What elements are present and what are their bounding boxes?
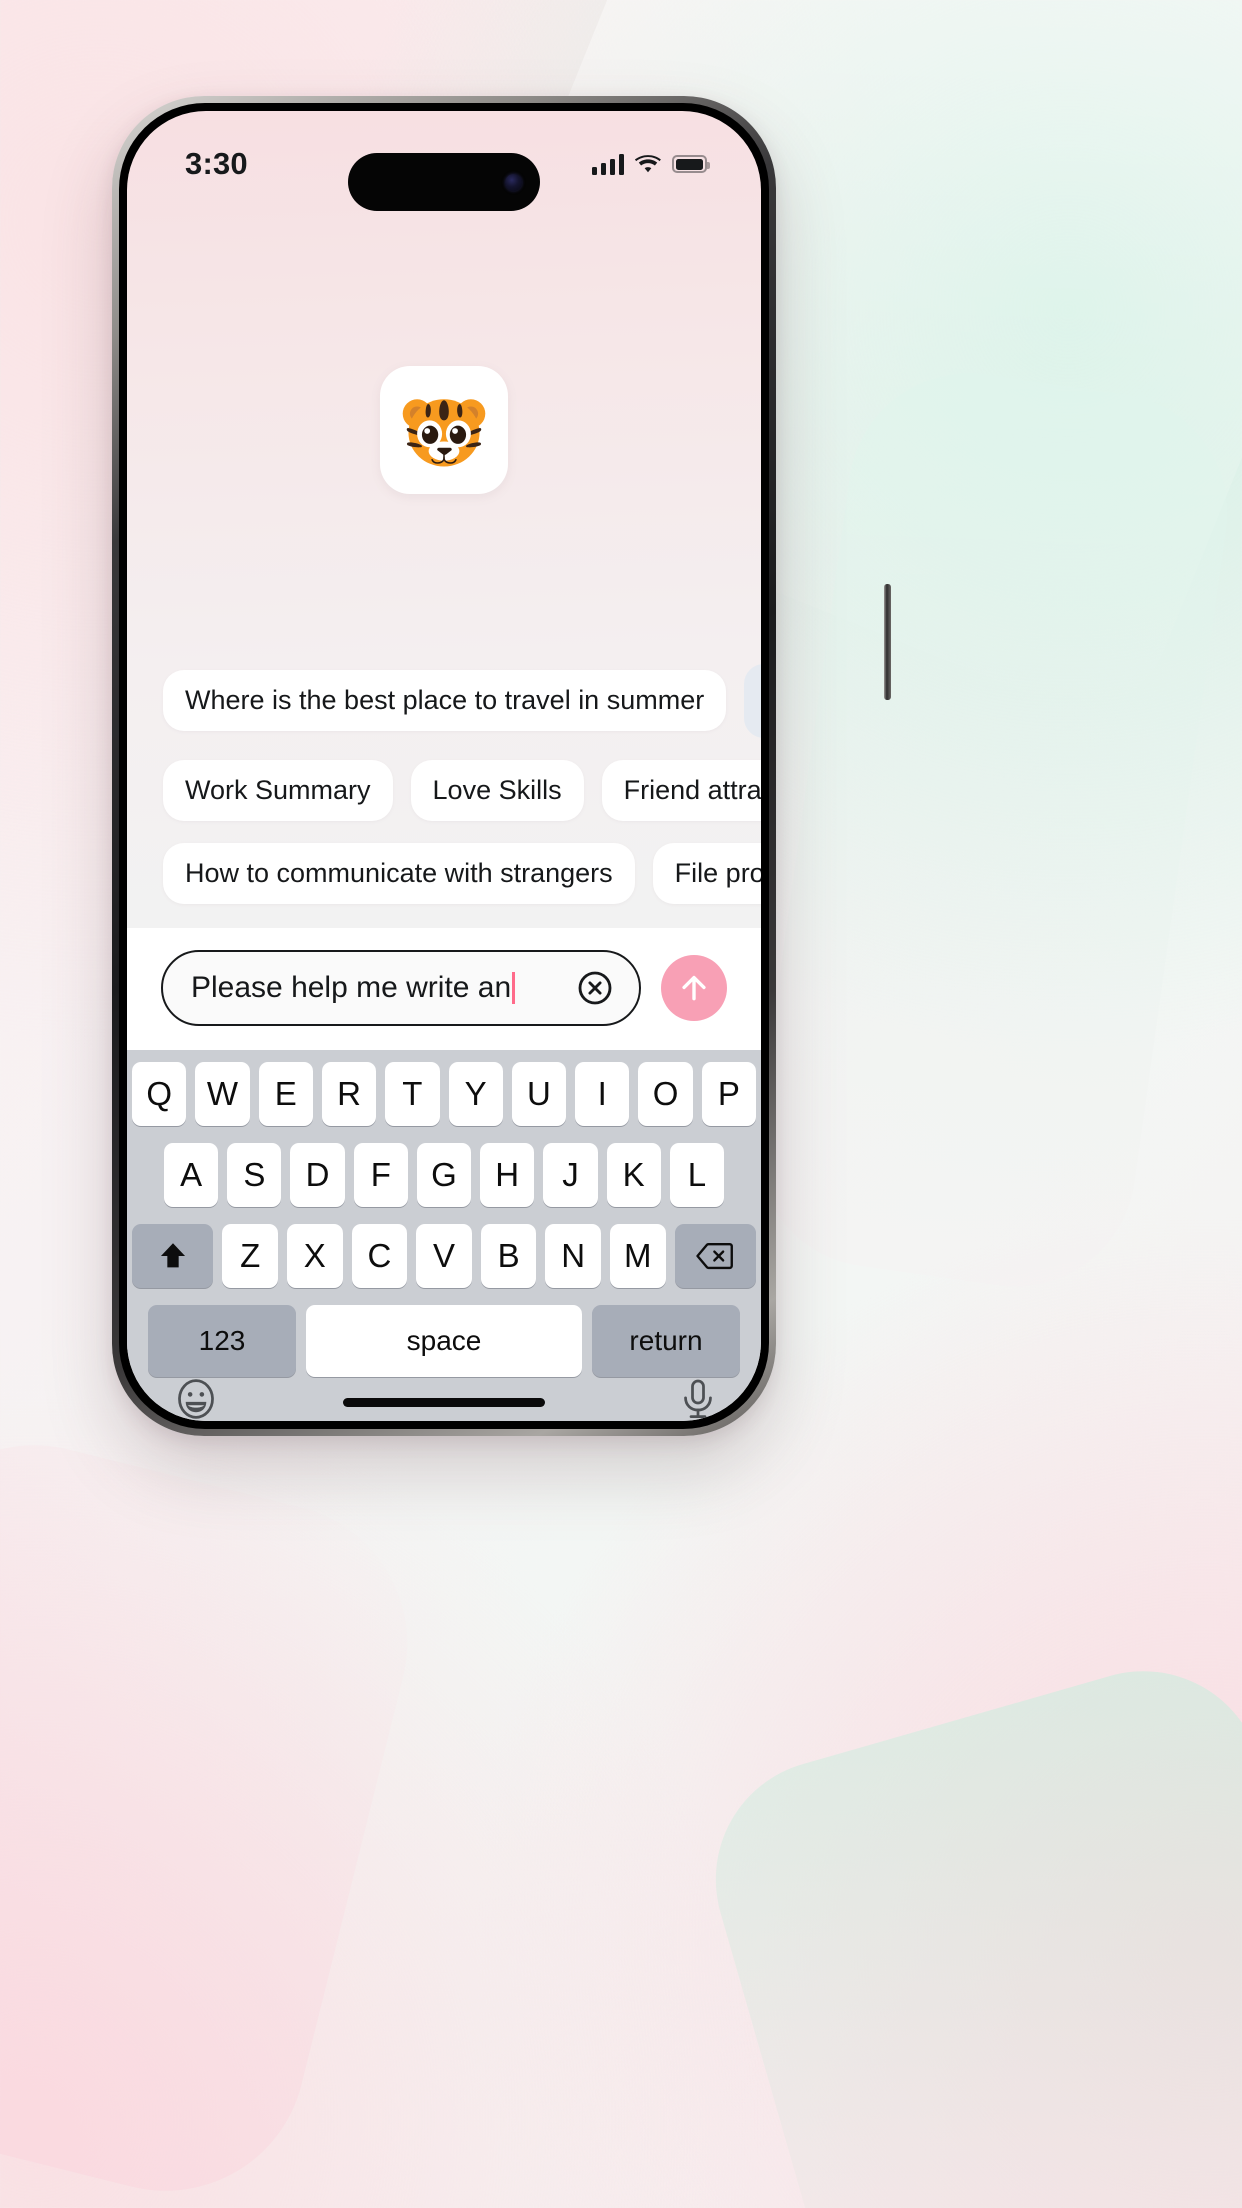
phone-mockup: 3:30 Where is the best place to travel i… [112, 96, 891, 1436]
emoji-smiley-icon[interactable] [174, 1377, 218, 1421]
dynamic-island [348, 153, 540, 211]
key-o[interactable]: O [638, 1062, 693, 1126]
key-c[interactable]: C [351, 1224, 408, 1288]
key-n[interactable]: N [545, 1224, 601, 1288]
tiger-face-app-icon [380, 365, 508, 494]
key-r[interactable]: R [321, 1062, 377, 1126]
key-i[interactable]: I [575, 1062, 630, 1126]
suggestion-chip[interactable]: Work Summary [163, 759, 393, 821]
key-p[interactable]: P [701, 1062, 756, 1126]
backspace-delete-icon [696, 1242, 734, 1270]
key-k[interactable]: K [606, 1143, 661, 1207]
key-e[interactable]: E [258, 1062, 313, 1126]
suggestion-row: Work Summary Love Skills Friend attracti… [163, 759, 761, 821]
key-z[interactable]: Z [222, 1224, 279, 1288]
suggestion-chip[interactable]: How to communicate with strangers [163, 842, 635, 904]
background-shape-3 [0, 1415, 437, 2208]
background-shape-2 [687, 1642, 1242, 2208]
power-button[interactable] [884, 584, 891, 700]
backspace-key[interactable] [674, 1224, 756, 1288]
space-key[interactable]: space [306, 1305, 582, 1377]
battery-full-icon [672, 155, 710, 174]
key-a[interactable]: A [164, 1143, 219, 1207]
key-t[interactable]: T [385, 1062, 440, 1126]
suggestion-chip[interactable]: Love Skills [410, 759, 584, 821]
phone-screen: 3:30 Where is the best place to travel i… [127, 111, 761, 1421]
phone-bezel: 3:30 Where is the best place to travel i… [119, 103, 769, 1429]
key-m[interactable]: M [609, 1224, 666, 1288]
keyboard-row-2: A S D F G H J K L [132, 1143, 756, 1207]
keyboard-row-1: Q W E R T Y U I O P [132, 1062, 756, 1126]
shift-up-arrow-icon [160, 1243, 185, 1268]
suggestion-row: How to communicate with strangers File p… [163, 842, 761, 904]
clear-history-button[interactable] [744, 663, 761, 738]
suggestion-chip[interactable]: Where is the best place to travel in sum… [163, 670, 727, 732]
status-indicators [591, 153, 710, 175]
on-screen-keyboard: Q W E R T Y U I O P A S D F G H J K L Z … [127, 1050, 761, 1421]
message-input-text: Please help me write an [191, 971, 512, 1004]
key-y[interactable]: Y [448, 1062, 503, 1126]
key-b[interactable]: B [480, 1224, 537, 1288]
key-j[interactable]: J [543, 1143, 598, 1207]
suggestion-chip[interactable]: File processing [652, 842, 761, 904]
home-indicator[interactable] [343, 1398, 545, 1407]
key-v[interactable]: V [416, 1224, 472, 1288]
key-x[interactable]: X [287, 1224, 343, 1288]
key-q[interactable]: Q [132, 1062, 187, 1126]
message-input-field[interactable]: Please help me write an [161, 950, 641, 1026]
key-w[interactable]: W [195, 1062, 250, 1126]
keyboard-row-3: Z X C V B N M [132, 1224, 756, 1288]
clear-circle-icon[interactable] [577, 970, 613, 1006]
key-h[interactable]: H [480, 1143, 535, 1207]
key-u[interactable]: U [511, 1062, 567, 1126]
key-g[interactable]: G [416, 1143, 472, 1207]
numbers-key[interactable]: 123 [148, 1305, 296, 1377]
arrow-up-icon [682, 975, 706, 1001]
key-f[interactable]: F [353, 1143, 408, 1207]
shift-key[interactable] [132, 1224, 214, 1288]
suggestion-chip[interactable]: Friend attraction [601, 759, 761, 821]
microphone-icon[interactable] [676, 1377, 720, 1421]
cellular-signal-icon [591, 153, 624, 175]
key-d[interactable]: D [290, 1143, 345, 1207]
key-s[interactable]: S [227, 1143, 282, 1207]
app-logo-area [127, 196, 761, 664]
message-input-bar: Please help me write an [127, 928, 761, 1050]
keyboard-row-4: 123 space return [132, 1305, 756, 1377]
return-key[interactable]: return [592, 1305, 740, 1377]
key-l[interactable]: L [669, 1143, 724, 1207]
front-camera-icon [505, 173, 522, 191]
status-clock: 3:30 [185, 146, 248, 182]
wifi-icon [635, 155, 661, 173]
suggestion-list: Where is the best place to travel in sum… [127, 663, 761, 914]
background-shape-4 [741, 357, 1242, 1303]
text-cursor [512, 972, 516, 1004]
suggestion-row: Where is the best place to travel in sum… [163, 663, 761, 738]
send-button[interactable] [661, 955, 727, 1021]
